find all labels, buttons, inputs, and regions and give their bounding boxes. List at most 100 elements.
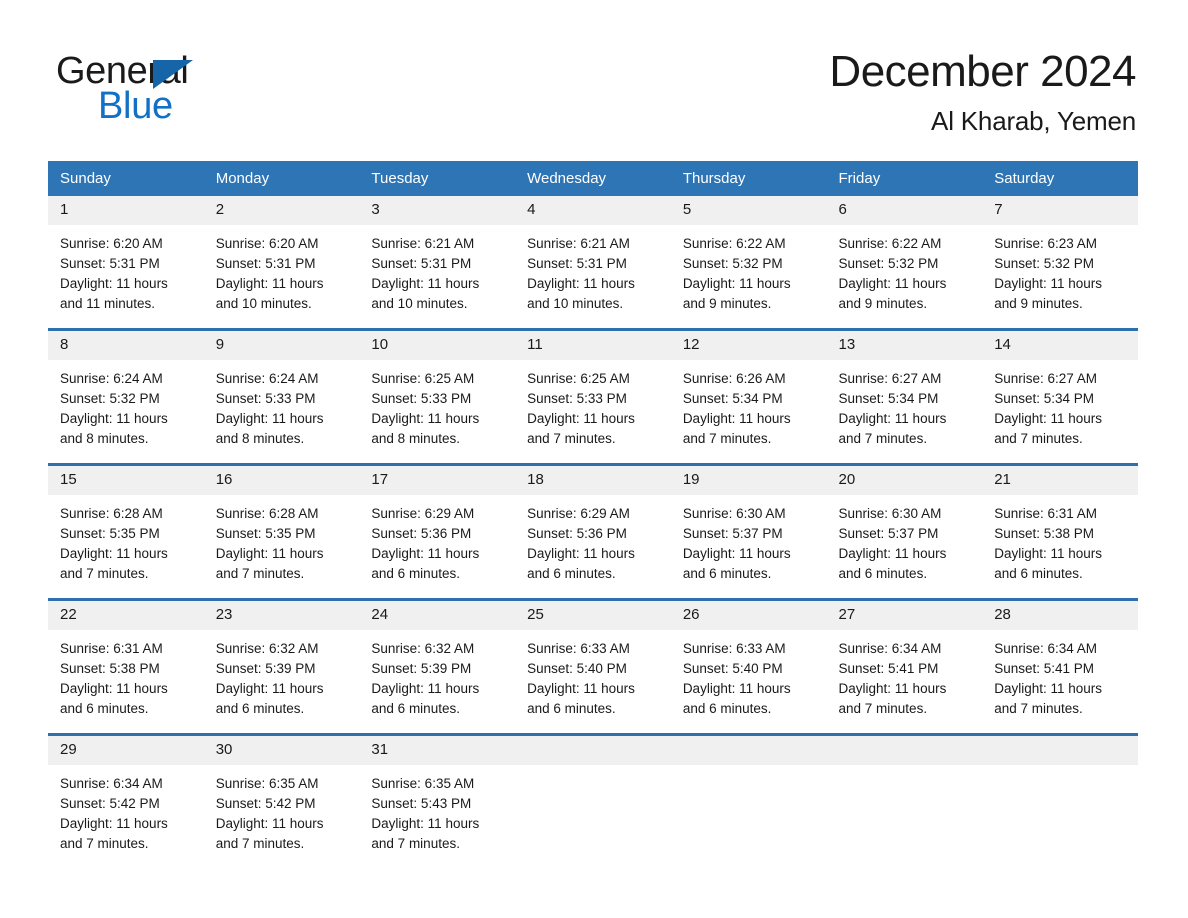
- sunrise-text: Sunrise: 6:29 AM: [371, 506, 475, 522]
- day-cell[interactable]: 2 Sunrise: 6:20 AM Sunset: 5:31 PM Dayli…: [203, 196, 360, 330]
- day-number: 19: [670, 466, 827, 496]
- day-cell[interactable]: 14 Sunrise: 6:27 AM Sunset: 5:34 PM Dayl…: [982, 328, 1138, 465]
- day-cell-empty: [982, 733, 1138, 869]
- sunset-text: Sunset: 5:38 PM: [994, 526, 1095, 542]
- sunset-text: Sunset: 5:37 PM: [838, 526, 939, 542]
- daylight-text-line1: Daylight: 11 hours: [682, 546, 791, 562]
- day-details: [515, 765, 671, 860]
- day-cell[interactable]: 8 Sunrise: 6:24 AM Sunset: 5:32 PM Dayli…: [48, 328, 204, 465]
- daylight-text-line2: and 7 minutes.: [215, 566, 305, 582]
- day-cell[interactable]: 18 Sunrise: 6:29 AM Sunset: 5:36 PM Dayl…: [515, 463, 671, 600]
- sunset-text: Sunset: 5:31 PM: [215, 256, 316, 272]
- sunrise-text: Sunrise: 6:32 AM: [215, 641, 319, 657]
- day-cell[interactable]: 29 Sunrise: 6:34 AM Sunset: 5:42 PM Dayl…: [48, 733, 204, 869]
- day-details: Sunrise: 6:34 AM Sunset: 5:42 PM Dayligh…: [48, 765, 204, 868]
- sunrise-text: Sunrise: 6:31 AM: [60, 641, 163, 657]
- sunrise-text: Sunrise: 6:24 AM: [215, 371, 319, 387]
- daylight-text-line1: Daylight: 11 hours: [371, 276, 480, 292]
- day-cell[interactable]: 15 Sunrise: 6:28 AM Sunset: 5:35 PM Dayl…: [48, 463, 204, 600]
- daylight-text-line1: Daylight: 11 hours: [682, 681, 791, 697]
- day-details: Sunrise: 6:25 AM Sunset: 5:33 PM Dayligh…: [515, 360, 671, 463]
- sunset-text: Sunset: 5:38 PM: [60, 661, 160, 677]
- day-cell[interactable]: 9 Sunrise: 6:24 AM Sunset: 5:33 PM Dayli…: [203, 328, 360, 465]
- day-details: Sunrise: 6:20 AM Sunset: 5:31 PM Dayligh…: [204, 225, 360, 328]
- day-cell[interactable]: 28 Sunrise: 6:34 AM Sunset: 5:41 PM Dayl…: [982, 598, 1138, 735]
- daylight-text-line2: and 6 minutes.: [527, 566, 616, 582]
- day-details: Sunrise: 6:31 AM Sunset: 5:38 PM Dayligh…: [48, 630, 204, 733]
- day-cell[interactable]: 31 Sunrise: 6:35 AM Sunset: 5:43 PM Dayl…: [359, 733, 516, 869]
- day-cell[interactable]: 7 Sunrise: 6:23 AM Sunset: 5:32 PM Dayli…: [982, 196, 1138, 330]
- day-cell[interactable]: 4 Sunrise: 6:21 AM Sunset: 5:31 PM Dayli…: [515, 196, 671, 330]
- daylight-text-line1: Daylight: 11 hours: [60, 411, 168, 427]
- daylight-text-line2: and 9 minutes.: [682, 296, 772, 312]
- sunrise-text: Sunrise: 6:33 AM: [682, 641, 786, 657]
- day-number: 20: [826, 466, 983, 496]
- day-cell[interactable]: 25 Sunrise: 6:33 AM Sunset: 5:40 PM Dayl…: [515, 598, 671, 735]
- day-cell[interactable]: 1 Sunrise: 6:20 AM Sunset: 5:31 PM Dayli…: [48, 196, 204, 330]
- weekday-header-wednesday: Wednesday: [515, 161, 671, 197]
- day-details: [982, 765, 1138, 860]
- day-cell[interactable]: 5 Sunrise: 6:22 AM Sunset: 5:32 PM Dayli…: [670, 196, 827, 330]
- day-cell[interactable]: 27 Sunrise: 6:34 AM Sunset: 5:41 PM Dayl…: [826, 598, 983, 735]
- sunrise-text: Sunrise: 6:28 AM: [60, 506, 163, 522]
- daylight-text-line1: Daylight: 11 hours: [527, 681, 635, 697]
- sunrise-text: Sunrise: 6:29 AM: [527, 506, 630, 522]
- day-cell[interactable]: 30 Sunrise: 6:35 AM Sunset: 5:42 PM Dayl…: [203, 733, 360, 869]
- weekday-header-tuesday: Tuesday: [359, 161, 516, 197]
- sunset-text: Sunset: 5:41 PM: [838, 661, 939, 677]
- day-number: 12: [670, 331, 827, 361]
- day-cell[interactable]: 21 Sunrise: 6:31 AM Sunset: 5:38 PM Dayl…: [982, 463, 1138, 600]
- daylight-text-line2: and 6 minutes.: [682, 566, 772, 582]
- day-cell[interactable]: 16 Sunrise: 6:28 AM Sunset: 5:35 PM Dayl…: [203, 463, 360, 600]
- day-number: 13: [826, 331, 983, 361]
- day-details: Sunrise: 6:35 AM Sunset: 5:42 PM Dayligh…: [204, 765, 360, 868]
- sunrise-text: Sunrise: 6:25 AM: [371, 371, 475, 387]
- daylight-text-line1: Daylight: 11 hours: [215, 546, 324, 562]
- day-cell[interactable]: 3 Sunrise: 6:21 AM Sunset: 5:31 PM Dayli…: [359, 196, 516, 330]
- day-number: 16: [203, 466, 360, 496]
- day-number: 14: [982, 331, 1138, 361]
- daylight-text-line2: and 6 minutes.: [527, 701, 616, 717]
- day-cell[interactable]: 17 Sunrise: 6:29 AM Sunset: 5:36 PM Dayl…: [359, 463, 516, 600]
- calendar-table: Sunday Monday Tuesday Wednesday Thursday…: [48, 161, 1138, 869]
- day-number: 28: [982, 601, 1138, 631]
- week-row: 29 Sunrise: 6:34 AM Sunset: 5:42 PM Dayl…: [48, 733, 1138, 869]
- sunrise-text: Sunrise: 6:24 AM: [60, 371, 163, 387]
- sunset-text: Sunset: 5:33 PM: [371, 391, 472, 407]
- daylight-text-line2: and 11 minutes.: [60, 296, 156, 312]
- day-cell[interactable]: 10 Sunrise: 6:25 AM Sunset: 5:33 PM Dayl…: [359, 328, 516, 465]
- sunrise-text: Sunrise: 6:21 AM: [527, 236, 630, 252]
- day-number: [670, 736, 827, 766]
- sunset-text: Sunset: 5:34 PM: [682, 391, 783, 407]
- day-number: 4: [515, 196, 671, 226]
- calendar-body: 1 Sunrise: 6:20 AM Sunset: 5:31 PM Dayli…: [48, 196, 1138, 869]
- daylight-text-line1: Daylight: 11 hours: [838, 276, 947, 292]
- daylight-text-line2: and 7 minutes.: [371, 836, 460, 852]
- day-cell[interactable]: 19 Sunrise: 6:30 AM Sunset: 5:37 PM Dayl…: [670, 463, 827, 600]
- general-blue-logo: General Blue: [56, 46, 286, 125]
- day-cell[interactable]: 24 Sunrise: 6:32 AM Sunset: 5:39 PM Dayl…: [359, 598, 516, 735]
- day-cell[interactable]: 20 Sunrise: 6:30 AM Sunset: 5:37 PM Dayl…: [826, 463, 983, 600]
- day-details: Sunrise: 6:27 AM Sunset: 5:34 PM Dayligh…: [827, 360, 983, 463]
- day-details: Sunrise: 6:34 AM Sunset: 5:41 PM Dayligh…: [827, 630, 983, 733]
- daylight-text-line1: Daylight: 11 hours: [994, 546, 1103, 562]
- day-number: 22: [48, 601, 204, 631]
- day-cell[interactable]: 11 Sunrise: 6:25 AM Sunset: 5:33 PM Dayl…: [515, 328, 671, 465]
- daylight-text-line2: and 10 minutes.: [215, 296, 312, 312]
- daylight-text-line1: Daylight: 11 hours: [838, 411, 947, 427]
- daylight-text-line1: Daylight: 11 hours: [371, 816, 480, 832]
- daylight-text-line2: and 6 minutes.: [60, 701, 149, 717]
- day-details: Sunrise: 6:31 AM Sunset: 5:38 PM Dayligh…: [982, 495, 1138, 598]
- sunrise-text: Sunrise: 6:22 AM: [838, 236, 942, 252]
- day-cell[interactable]: 12 Sunrise: 6:26 AM Sunset: 5:34 PM Dayl…: [670, 328, 827, 465]
- daylight-text-line2: and 7 minutes.: [994, 701, 1083, 717]
- day-details: Sunrise: 6:27 AM Sunset: 5:34 PM Dayligh…: [982, 360, 1138, 463]
- day-details: Sunrise: 6:33 AM Sunset: 5:40 PM Dayligh…: [515, 630, 671, 733]
- day-cell[interactable]: 22 Sunrise: 6:31 AM Sunset: 5:38 PM Dayl…: [48, 598, 204, 735]
- day-cell[interactable]: 6 Sunrise: 6:22 AM Sunset: 5:32 PM Dayli…: [826, 196, 983, 330]
- daylight-text-line1: Daylight: 11 hours: [60, 276, 168, 292]
- day-cell[interactable]: 23 Sunrise: 6:32 AM Sunset: 5:39 PM Dayl…: [203, 598, 360, 735]
- day-cell[interactable]: 26 Sunrise: 6:33 AM Sunset: 5:40 PM Dayl…: [670, 598, 827, 735]
- daylight-text-line2: and 7 minutes.: [838, 701, 928, 717]
- day-cell[interactable]: 13 Sunrise: 6:27 AM Sunset: 5:34 PM Dayl…: [826, 328, 983, 465]
